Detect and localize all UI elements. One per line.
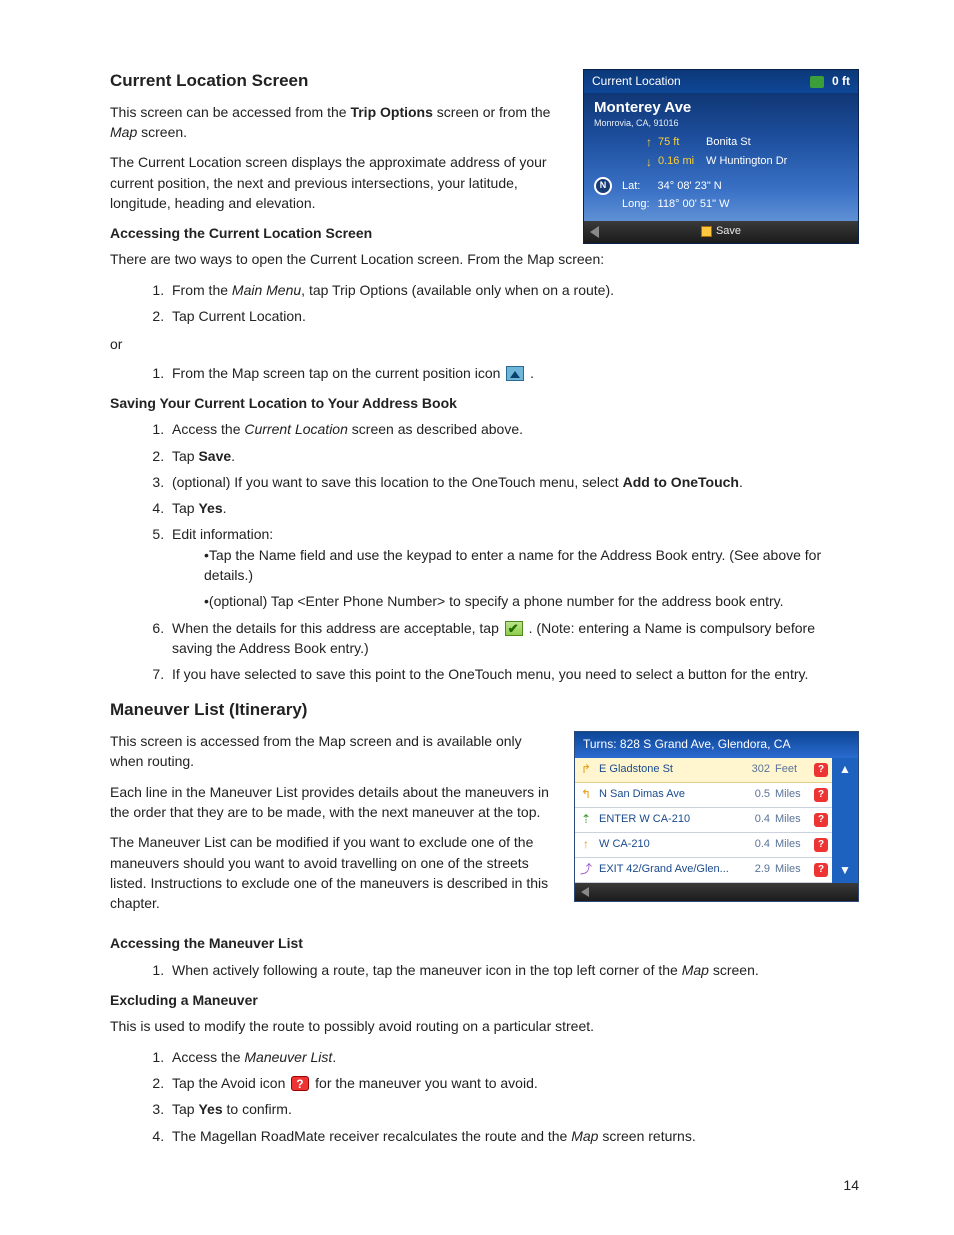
cl-coords: Lat:34° 08' 23" N Long:118° 00' 51" W xyxy=(620,177,738,215)
maneuver-list-screenshot: Turns: 828 S Grand Ave, Glendora, CA ↱E … xyxy=(574,731,859,901)
avoid-button[interactable]: ? xyxy=(810,812,832,828)
cl-city: Monrovia, CA, 91016 xyxy=(594,117,848,130)
up-arrow-icon: ↑ xyxy=(646,134,652,151)
gps-icon xyxy=(810,76,824,88)
turn-icon: ↰ xyxy=(575,786,597,803)
avoid-button[interactable]: ? xyxy=(810,762,832,778)
compass-icon: N xyxy=(594,177,612,195)
maneuver-name: ENTER W CA-210 xyxy=(597,812,730,828)
maneuver-name: E Gladstone St xyxy=(597,762,730,778)
maneuver-dist: 0.5 xyxy=(730,787,772,803)
section-heading-maneuver-list: Maneuver List (Itinerary) xyxy=(110,698,859,723)
or-text: or xyxy=(110,334,859,354)
maneuver-unit: Miles xyxy=(772,837,810,853)
maneuver-row[interactable]: ⇡ENTER W CA-2100.4Miles? xyxy=(575,808,832,833)
para: There are two ways to open the Current L… xyxy=(110,249,859,269)
turn-icon: ↱ xyxy=(575,761,597,778)
maneuver-dist: 302 xyxy=(730,762,772,778)
avoid-button[interactable]: ? xyxy=(810,837,832,853)
current-location-screenshot: Current Location 0 ft Monterey Ave Monro… xyxy=(583,69,859,244)
back-icon[interactable] xyxy=(590,226,599,238)
cl-dn-dist: 0.16 mi xyxy=(658,154,700,170)
cl-street: Monterey Ave xyxy=(594,97,848,119)
maneuver-row[interactable]: ↰N San Dimas Ave0.5Miles? xyxy=(575,783,832,808)
subheading: Excluding a Maneuver xyxy=(110,990,859,1010)
checkmark-icon xyxy=(505,621,523,636)
maneuver-name: N San Dimas Ave xyxy=(597,787,730,803)
scroll-up-icon[interactable]: ▲ xyxy=(839,761,851,778)
subheading: Accessing the Maneuver List xyxy=(110,933,859,953)
turn-icon: ⇡ xyxy=(575,811,597,828)
maneuver-name: EXIT 42/Grand Ave/Glen... xyxy=(597,862,730,878)
subheading: Saving Your Current Location to Your Add… xyxy=(110,393,859,413)
maneuver-row[interactable]: ↱E Gladstone St302Feet? xyxy=(575,758,832,783)
access-maneuver-steps: When actively following a route, tap the… xyxy=(168,960,859,980)
maneuver-row[interactable]: ⤴EXIT 42/Grand Ave/Glen...2.9Miles? xyxy=(575,858,832,883)
access-steps: From the Main Menu, tap Trip Options (av… xyxy=(168,280,859,327)
scrollbar[interactable]: ▲ ▼ xyxy=(832,758,858,883)
exclude-steps: Access the Maneuver List. Tap the Avoid … xyxy=(168,1047,859,1146)
maneuver-unit: Miles xyxy=(772,787,810,803)
scroll-down-icon[interactable]: ▼ xyxy=(839,862,851,879)
page-number: 14 xyxy=(843,1175,859,1195)
maneuver-dist: 2.9 xyxy=(730,862,772,878)
position-icon xyxy=(506,366,524,381)
para: This is used to modify the route to poss… xyxy=(110,1016,859,1036)
access-steps-alt: From the Map screen tap on the current p… xyxy=(168,363,859,383)
bullet: •(optional) Tap <Enter Phone Number> to … xyxy=(204,591,859,611)
avoid-button[interactable]: ? xyxy=(810,862,832,878)
cl-up-road: Bonita St xyxy=(706,135,751,151)
save-button[interactable]: Save xyxy=(701,224,741,240)
maneuver-unit: Feet xyxy=(772,762,810,778)
cl-elevation: 0 ft xyxy=(832,73,850,90)
cl-up-dist: 75 ft xyxy=(658,135,700,151)
maneuver-unit: Miles xyxy=(772,812,810,828)
cl-dn-road: W Huntington Dr xyxy=(706,154,787,170)
maneuver-unit: Miles xyxy=(772,862,810,878)
avoid-button[interactable]: ? xyxy=(810,787,832,803)
cl-title: Current Location xyxy=(592,73,681,90)
save-steps: Access the Current Location screen as de… xyxy=(168,419,859,684)
disk-icon xyxy=(701,226,712,237)
avoid-icon xyxy=(291,1076,309,1091)
maneuver-dist: 0.4 xyxy=(730,837,772,853)
maneuver-name: W CA-210 xyxy=(597,837,730,853)
maneuver-dist: 0.4 xyxy=(730,812,772,828)
ml-header: Turns: 828 S Grand Ave, Glendora, CA xyxy=(575,732,858,757)
turn-icon: ⤴ xyxy=(575,861,597,878)
bullet: •Tap the Name field and use the keypad t… xyxy=(204,545,859,586)
maneuver-row[interactable]: ↑W CA-2100.4Miles? xyxy=(575,833,832,858)
down-arrow-icon: ↓ xyxy=(646,154,652,171)
turn-icon: ↑ xyxy=(575,836,597,853)
back-icon[interactable] xyxy=(581,887,589,897)
